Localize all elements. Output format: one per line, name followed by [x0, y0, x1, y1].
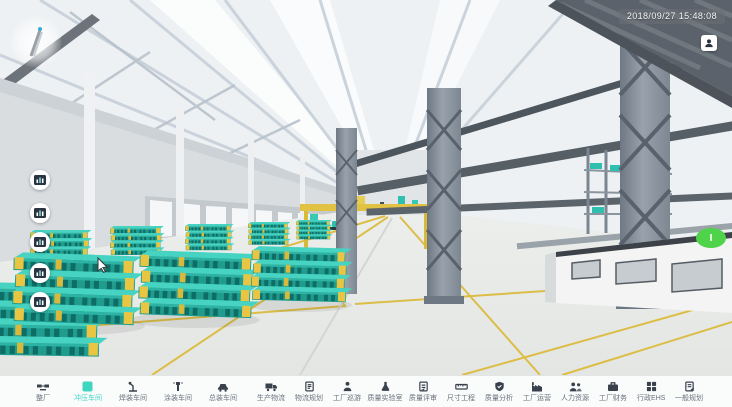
- toolbar-item-assembly-shop[interactable]: 总装车间: [200, 381, 245, 402]
- toolbar-item-factory-finance[interactable]: 工厂财务: [594, 381, 632, 402]
- toolbar-item-quality-analysis[interactable]: 质量分析: [480, 381, 518, 402]
- truck-icon: [265, 381, 278, 392]
- kpi-marker-button-2[interactable]: [30, 203, 50, 223]
- stamping-icon: [82, 381, 93, 392]
- assembly-icon: [217, 381, 229, 392]
- review-doc-icon: [418, 381, 429, 392]
- toolbar-item-quality-lab[interactable]: 质量实验室: [366, 381, 404, 402]
- kpi-board-icon: [34, 268, 46, 278]
- kpi-marker-button-4[interactable]: [30, 263, 50, 283]
- kpi-marker-button-1[interactable]: [30, 170, 50, 190]
- shield-check-icon: [494, 381, 505, 392]
- planning-doc-icon: [304, 381, 315, 392]
- toolbar-item-human-resources[interactable]: 人力资源: [556, 381, 594, 402]
- kpi-board-icon: [34, 297, 46, 307]
- painting-icon: [172, 381, 184, 392]
- toolbar-item-label: 质量分析: [485, 394, 513, 401]
- bottom-toolbar: 整厂 冲压车间 焊装车间 涂装车间: [0, 375, 732, 407]
- toolbar-item-label: 人力资源: [561, 394, 589, 401]
- plan-doc-icon: [684, 381, 695, 392]
- toolbar-item-factory-operations[interactable]: 工厂运营: [518, 381, 556, 402]
- kpi-board-icon: [34, 175, 46, 185]
- toolbar-item-label: 冲压车间: [73, 394, 101, 401]
- scene-render: [0, 0, 732, 375]
- module-nav-group: 生产物流 物流规划 工厂巡游 质量实验室: [252, 381, 708, 402]
- toolbar-item-label: 工厂巡游: [333, 394, 361, 401]
- toolbar-item-general-planning[interactable]: 一般规划: [670, 381, 708, 402]
- toolbar-item-production-logistics[interactable]: 生产物流: [252, 381, 290, 402]
- toolbar-item-logistics-planning[interactable]: 物流规划: [290, 381, 328, 402]
- toolbar-item-admin-ehs[interactable]: 行政EHS: [632, 381, 670, 402]
- kpi-marker-button-5[interactable]: [30, 292, 50, 312]
- toolbar-item-label: 质量评审: [409, 394, 437, 401]
- welding-robot-icon: [127, 381, 139, 392]
- digital-twin-app: 2018/09/27 15:48:08 整厂: [0, 0, 732, 407]
- toolbar-item-label: 焊装车间: [118, 394, 146, 401]
- toolbar-item-quality-review[interactable]: 质量评审: [404, 381, 442, 402]
- toolbar-item-dimensional-engineering[interactable]: 尺寸工程: [442, 381, 480, 402]
- people-icon: [569, 381, 582, 392]
- grid-icon: [646, 381, 657, 392]
- briefcase-icon: [607, 381, 619, 392]
- user-button[interactable]: [701, 35, 717, 51]
- ruler-icon: [455, 381, 468, 392]
- scene-3d-viewport[interactable]: [0, 0, 732, 375]
- toolbar-item-label: 尺寸工程: [447, 394, 475, 401]
- toolbar-item-label: 物流规划: [295, 394, 323, 401]
- toolbar-item-label: 整厂: [35, 394, 49, 401]
- lab-flask-icon: [380, 381, 391, 392]
- kpi-marker-button-3[interactable]: [30, 232, 50, 252]
- kpi-board-icon: [34, 208, 46, 218]
- kpi-board-icon: [34, 237, 46, 247]
- toolbar-item-label: 行政EHS: [637, 394, 666, 401]
- scene-logo-marker: [10, 16, 62, 68]
- toolbar-item-whole-plant[interactable]: 整厂: [20, 381, 65, 402]
- scene-timestamp: 2018/09/27 15:48:08: [619, 9, 725, 24]
- workshop-nav-group: 整厂 冲压车间 焊装车间 涂装车间: [20, 381, 245, 402]
- factory-building-icon: [531, 381, 543, 392]
- toolbar-item-welding-shop[interactable]: 焊装车间: [110, 381, 155, 402]
- toolbar-item-paint-shop[interactable]: 涂装车间: [155, 381, 200, 402]
- toolbar-item-label: 一般规划: [675, 394, 703, 401]
- tour-person-icon: [342, 381, 353, 392]
- toolbar-item-label: 质量实验室: [367, 394, 402, 401]
- toolbar-item-label: 工厂财务: [599, 394, 627, 401]
- toolbar-item-factory-tour[interactable]: 工厂巡游: [328, 381, 366, 402]
- plant-icon: [37, 381, 49, 392]
- landmark-icon: [27, 26, 45, 60]
- user-icon: [704, 38, 714, 48]
- toolbar-item-stamping-shop[interactable]: 冲压车间: [65, 381, 110, 402]
- toolbar-item-label: 总装车间: [208, 394, 236, 401]
- toolbar-item-label: 工厂运营: [523, 394, 551, 401]
- toolbar-item-label: 生产物流: [257, 394, 285, 401]
- toolbar-item-label: 涂装车间: [163, 394, 191, 401]
